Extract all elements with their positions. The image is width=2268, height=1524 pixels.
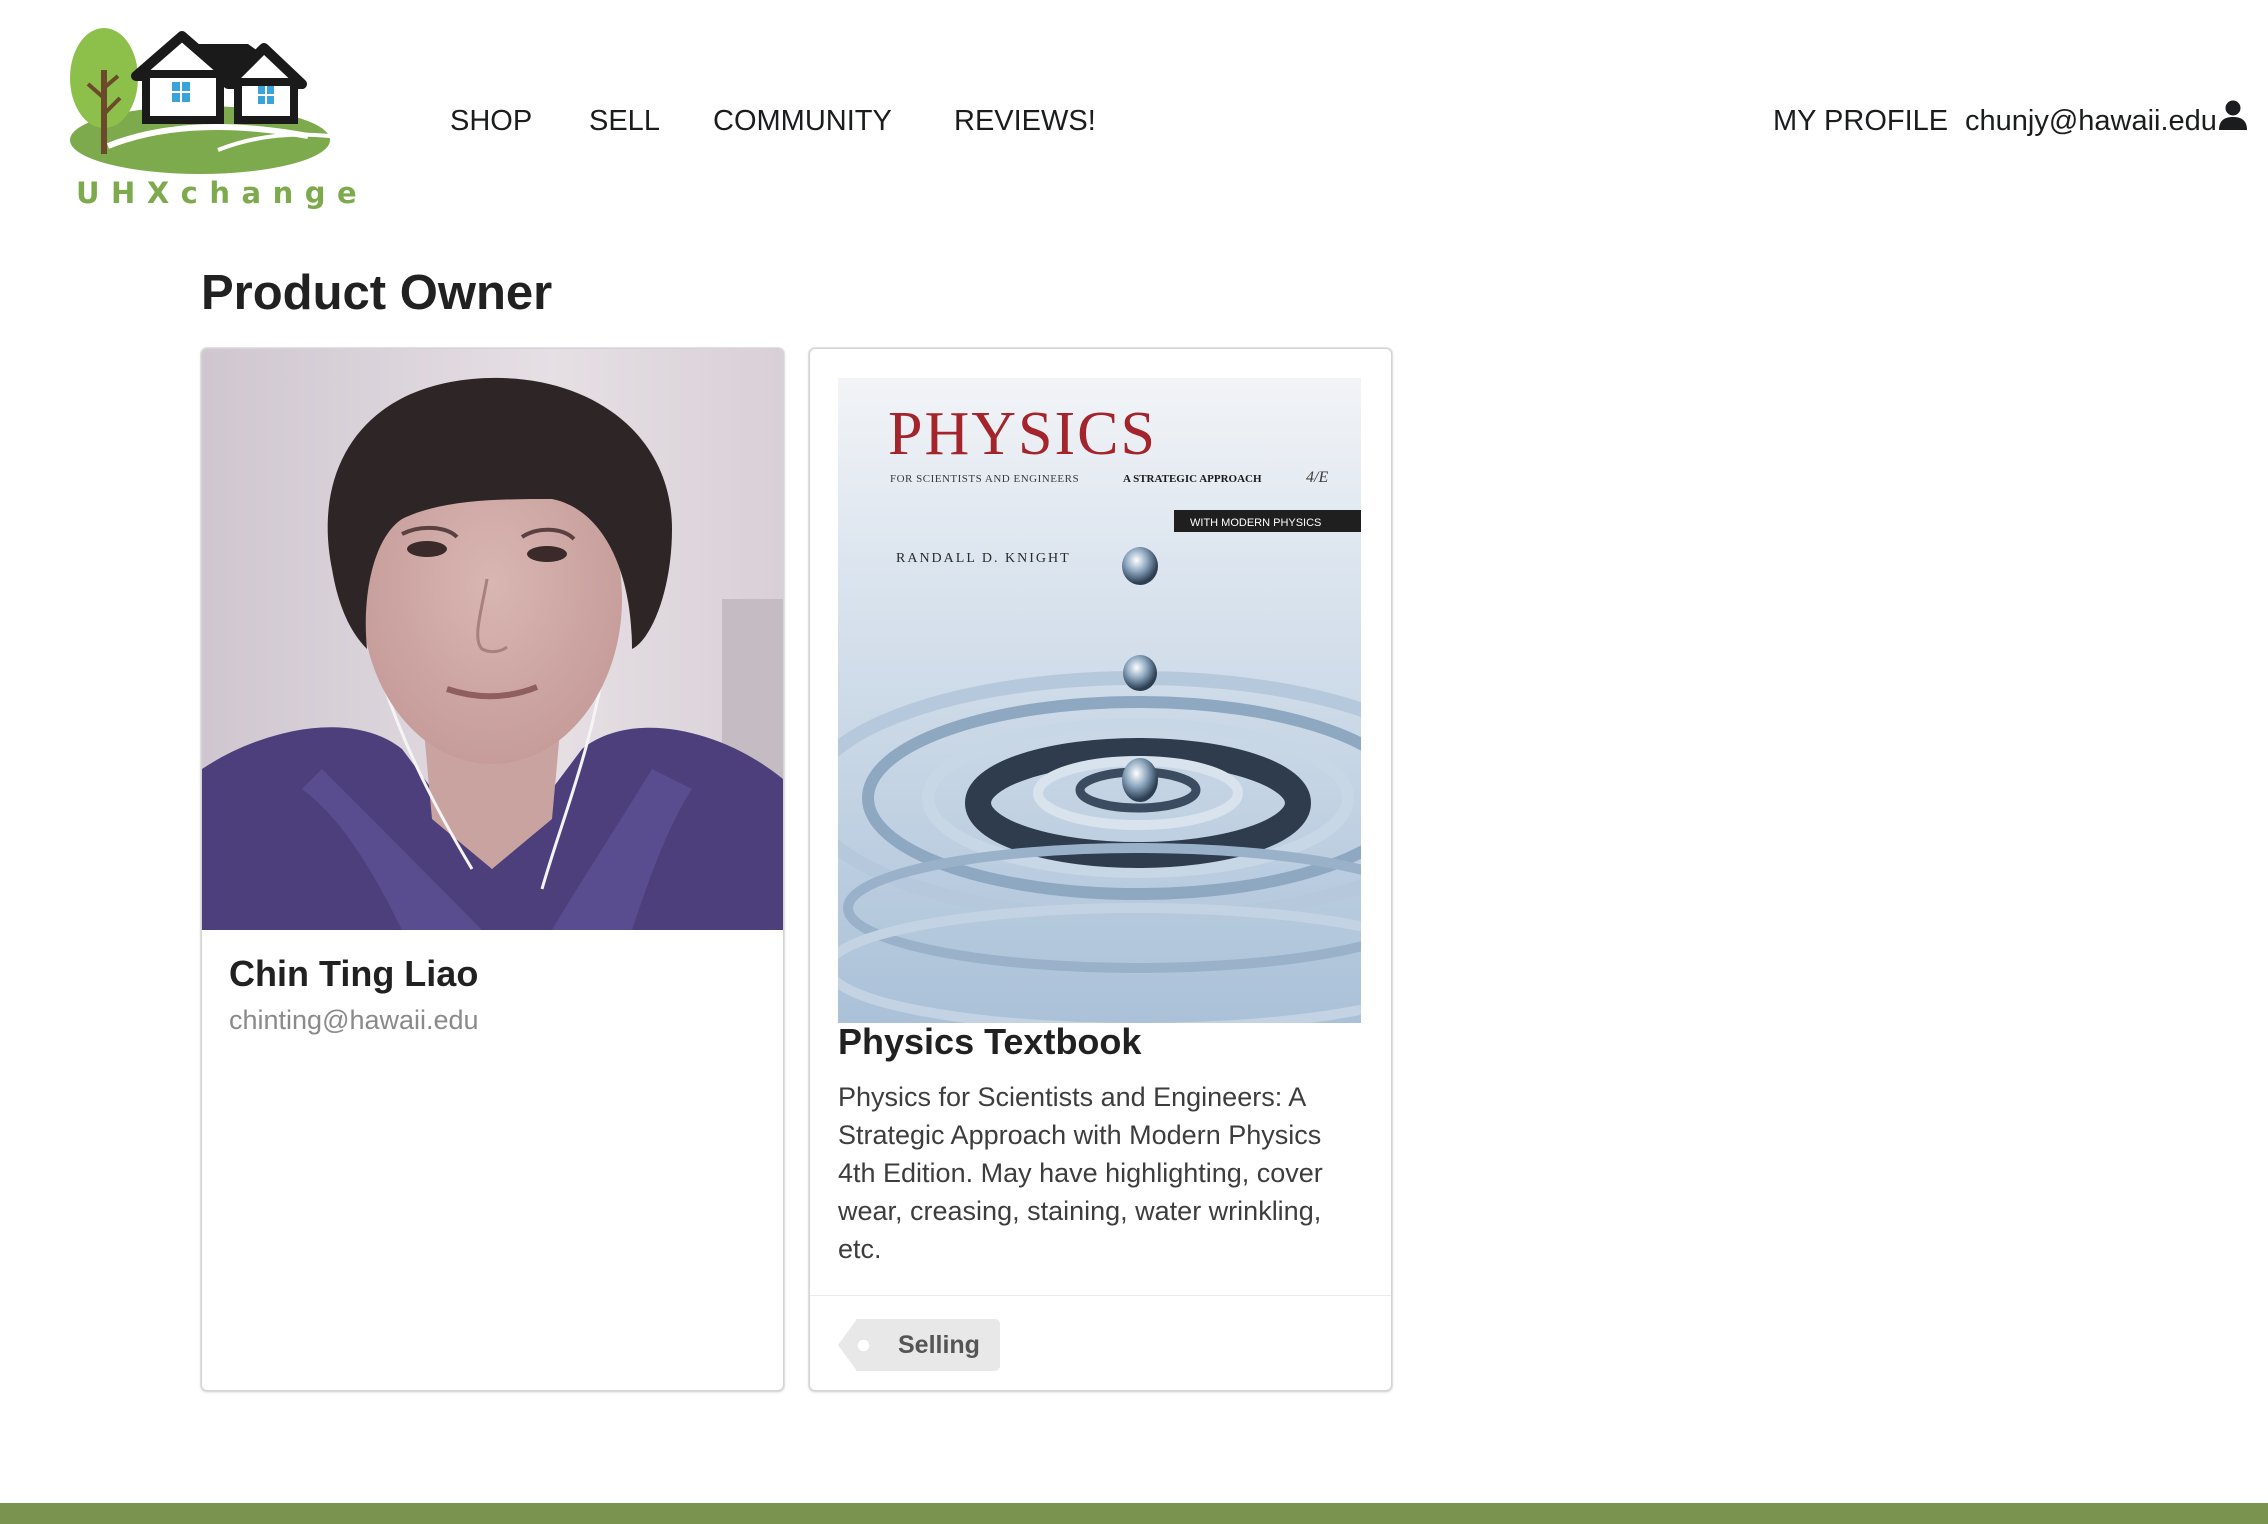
user-account-menu[interactable]: chunjy@hawaii.edu (1965, 99, 2247, 143)
nav-my-profile-link[interactable]: MY PROFILE (1773, 99, 1948, 143)
page-title: Product Owner (201, 266, 553, 320)
cover-author: RANDALL D. KNIGHT (896, 551, 1071, 566)
product-image: PHYSICS FOR SCIENTISTS AND ENGINEERS A S… (838, 378, 1361, 1023)
footer-bar (0, 1503, 2268, 1524)
card-divider (810, 1295, 1391, 1296)
owner-name: Chin Ting Liao (229, 953, 479, 994)
owner-email: chinting@hawaii.edu (229, 1005, 479, 1035)
nav-sell-link[interactable]: SELL (589, 99, 660, 143)
cover-subtitle-bold: A STRATEGIC APPROACH (1123, 473, 1262, 485)
cover-subtitle: FOR SCIENTISTS AND ENGINEERS (890, 473, 1079, 485)
logo-wordmark: UHXchange (76, 176, 369, 210)
cover-edition: 4/E (1306, 469, 1328, 486)
owner-avatar-photo (202, 349, 783, 930)
tag-point-shape (838, 1319, 857, 1371)
logo-houses-graphic (70, 28, 331, 174)
cover-badge: WITH MODERN PHYSICS (1190, 517, 1321, 529)
tag-hole-icon (857, 1339, 870, 1352)
nav-shop-link[interactable]: SHOP (450, 99, 532, 143)
user-icon (2218, 99, 2247, 143)
owner-card[interactable]: Chin Ting Liao chinting@hawaii.edu (201, 348, 784, 1391)
product-description: Physics for Scientists and Engineers: A … (838, 1082, 1323, 1264)
nav-community-link[interactable]: COMMUNITY (713, 99, 892, 143)
product-title: Physics Textbook (838, 1021, 1142, 1062)
status-tag-label: Selling (856, 1319, 1000, 1371)
user-email: chunjy@hawaii.edu (1965, 105, 2217, 137)
cover-title: PHYSICS (888, 400, 1157, 468)
top-navbar: UHXchange SHOP SELL COMMUNITY REVIEWS! M… (0, 0, 2268, 230)
uhxchange-logo[interactable]: UHXchange (68, 18, 369, 218)
product-card[interactable]: PHYSICS FOR SCIENTISTS AND ENGINEERS A S… (809, 348, 1392, 1391)
nav-reviews-link[interactable]: REVIEWS! (954, 99, 1096, 143)
